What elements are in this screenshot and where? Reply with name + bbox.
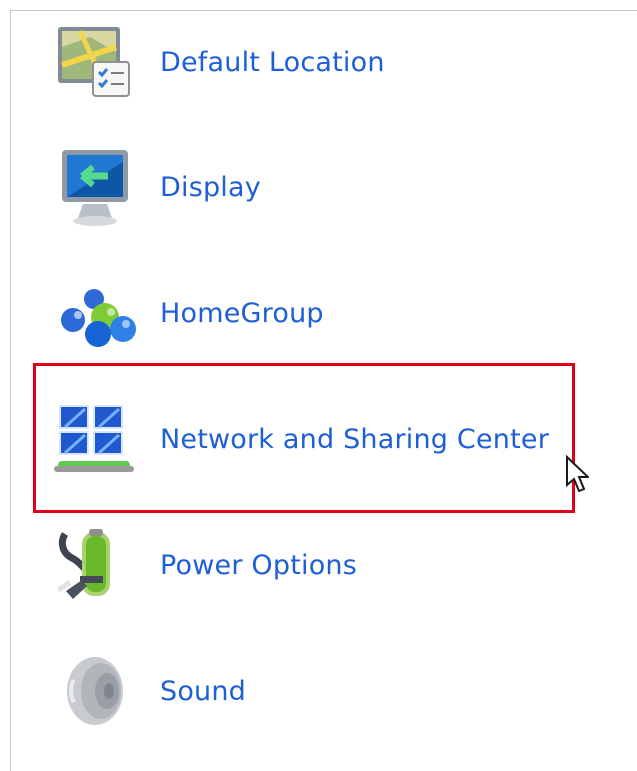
mouse-cursor-icon bbox=[566, 455, 589, 493]
item-power-options-label[interactable]: Power Options bbox=[160, 550, 357, 581]
default-location-icon bbox=[58, 27, 130, 97]
item-network-and-sharing-center[interactable]: Network and Sharing Center bbox=[50, 394, 570, 484]
item-homegroup-label[interactable]: HomeGroup bbox=[160, 298, 324, 329]
homegroup-icon bbox=[61, 289, 136, 347]
power-options-icon bbox=[56, 529, 110, 599]
item-default-location[interactable]: Default Location bbox=[50, 17, 570, 107]
item-homegroup[interactable]: HomeGroup bbox=[50, 268, 570, 358]
item-default-location-label[interactable]: Default Location bbox=[160, 47, 385, 78]
item-display-label[interactable]: Display bbox=[160, 172, 261, 203]
item-network-and-sharing-center-label[interactable]: Network and Sharing Center bbox=[160, 424, 549, 455]
item-display[interactable]: Display bbox=[50, 142, 570, 232]
item-sound[interactable]: Sound bbox=[50, 646, 570, 736]
item-power-options[interactable]: Power Options bbox=[50, 520, 570, 610]
network-and-sharing-center-icon bbox=[54, 405, 134, 472]
sound-icon bbox=[67, 657, 123, 725]
display-icon bbox=[62, 150, 128, 226]
item-sound-label[interactable]: Sound bbox=[160, 676, 246, 707]
